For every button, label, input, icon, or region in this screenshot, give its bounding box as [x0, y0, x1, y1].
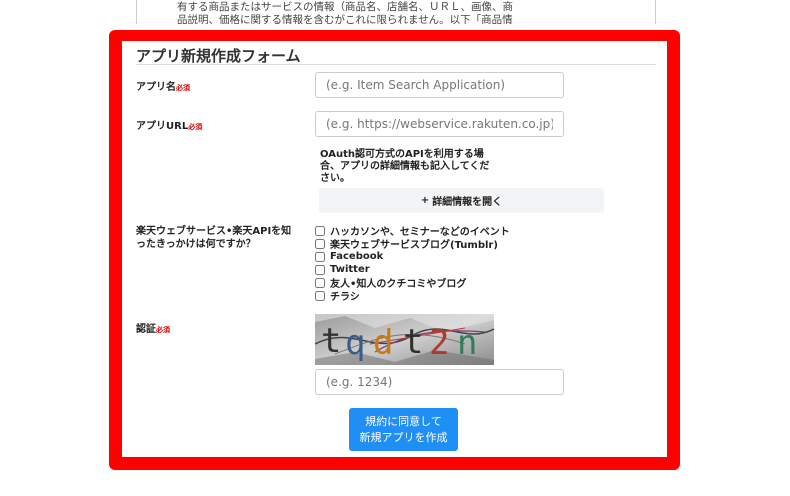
source-options: ハッカソンや、セミナーなどのイベント 楽天ウェブサービスブログ(Tumblr) …: [315, 224, 510, 303]
captcha-glyph: q: [345, 323, 365, 363]
plus-icon: +: [420, 195, 430, 206]
source-option[interactable]: Facebook: [315, 250, 510, 263]
source-option-checkbox[interactable]: [315, 225, 325, 236]
app-url-label: アプリURL必須: [136, 117, 202, 132]
source-question-label: 楽天ウェブサービス•楽天APIを知ったきっかけは何ですか？: [136, 226, 292, 250]
captcha-glyph: n: [457, 323, 477, 363]
submit-label-line1: 規約に同意して: [365, 414, 442, 428]
source-option-label: Facebook: [330, 251, 384, 262]
source-option-label: 楽天ウェブサービスブログ(Tumblr): [330, 240, 498, 251]
agree-and-create-app-button[interactable]: 規約に同意して 新規アプリを作成: [349, 408, 458, 451]
source-option-checkbox[interactable]: [315, 277, 325, 288]
captcha-glyph: t: [321, 321, 341, 361]
captcha-label: 認証必須: [136, 320, 170, 335]
terms-text-line: 品説明、価格に関する情報を含むがこれに限られません。以下「商品情: [177, 14, 513, 24]
source-option-label: チラシ: [330, 292, 360, 303]
source-option[interactable]: チラシ: [315, 289, 510, 303]
required-badge: 必須: [176, 84, 190, 92]
app-name-label: アプリ名必須: [136, 78, 190, 93]
source-option[interactable]: 楽天ウェブサービスブログ(Tumblr): [315, 237, 510, 251]
captcha-image: t q d t 2 n: [315, 314, 494, 365]
source-option-checkbox[interactable]: [315, 238, 325, 249]
form-title: アプリ新規作成フォーム: [136, 47, 301, 65]
source-option-checkbox[interactable]: [315, 251, 325, 262]
app-name-label-text: アプリ名: [136, 82, 176, 93]
captcha-glyph: t: [403, 322, 423, 362]
title-divider: [136, 64, 656, 65]
source-option-label: Twitter: [330, 264, 370, 275]
app-url-label-text: アプリURL: [136, 121, 189, 132]
oauth-note: OAuth認可方式のAPIを利用する場合、アプリの詳細情報も記入してください。: [320, 149, 490, 184]
captcha-glyph: d: [373, 323, 393, 363]
app-name-input[interactable]: [315, 72, 564, 98]
submit-label-line2: 新規アプリを作成: [359, 430, 448, 444]
captcha-input[interactable]: [315, 369, 564, 395]
captcha-label-text: 認証: [136, 324, 156, 335]
app-url-input[interactable]: [315, 111, 564, 137]
open-details-label: 詳細情報を開く: [432, 197, 503, 208]
terms-scroll-box[interactable]: 有する商品またはサービスの情報（商品名、店舗名、ＵＲＬ、画像、商 品説明、価格に…: [136, 0, 656, 24]
source-option-checkbox[interactable]: [315, 290, 325, 301]
source-option-checkbox[interactable]: [315, 264, 325, 275]
required-badge: 必須: [156, 326, 170, 334]
required-badge: 必須: [188, 123, 203, 131]
open-details-button[interactable]: + 詳細情報を開く: [319, 188, 604, 213]
captcha-glyph: 2: [429, 323, 449, 363]
